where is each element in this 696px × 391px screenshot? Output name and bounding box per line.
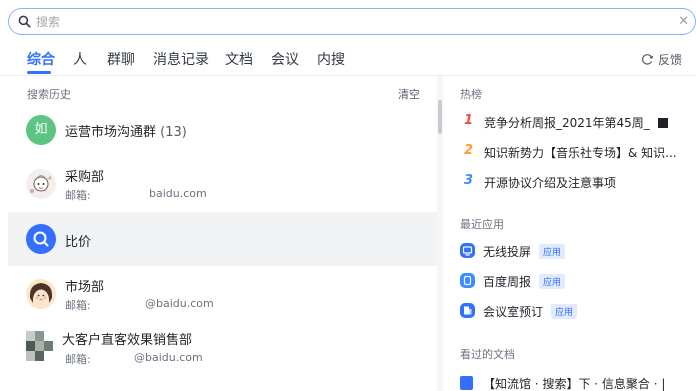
hot-item[interactable]: 3 开源协议介绍及注意事项 bbox=[460, 172, 692, 192]
hot-item-title: 竞争分析周报_2021年第45周_ bbox=[484, 116, 650, 130]
app-name: 无线投屏 bbox=[483, 245, 532, 259]
rank-number: 3 bbox=[464, 173, 474, 188]
history-item-query[interactable]: 比价 bbox=[8, 212, 437, 266]
contact-email-line: 邮箱: @baidu.com bbox=[65, 297, 214, 313]
tab-people[interactable]: 人 bbox=[73, 49, 87, 69]
feedback-button[interactable]: 反馈 bbox=[641, 51, 682, 68]
viewed-doc-item[interactable]: 【知流馆 · 搜索】下 · 信息聚合 · | bbox=[460, 373, 692, 391]
tab-group-chats[interactable]: 群聊 bbox=[107, 49, 135, 69]
weekly-report-icon bbox=[460, 273, 475, 288]
square-icon bbox=[657, 118, 668, 128]
rank-number: 1 bbox=[464, 113, 474, 128]
history-item-contact[interactable]: 采购部 邮箱: baidu.com bbox=[8, 156, 437, 210]
email-value: @baidu.com bbox=[134, 351, 203, 364]
hot-item-title: 开源协议介绍及注意事项 bbox=[484, 176, 617, 190]
contact-email-line: 邮箱: baidu.com bbox=[65, 187, 207, 203]
app-label: 百度周报 应用 bbox=[483, 273, 566, 290]
member-count: (13) bbox=[160, 125, 187, 140]
hot-item-text: 竞争分析周报_2021年第45周_ bbox=[484, 114, 690, 131]
hot-item[interactable]: 1 竞争分析周报_2021年第45周_ bbox=[460, 112, 692, 132]
app-item-meeting-room[interactable]: 会议室预订 应用 bbox=[460, 301, 692, 321]
active-tab-indicator bbox=[27, 71, 51, 74]
email-label: 邮箱: bbox=[65, 353, 91, 366]
clear-search-icon[interactable]: ✕ bbox=[678, 13, 689, 30]
app-badge: 应用 bbox=[539, 274, 566, 289]
hot-list-title: 热榜 bbox=[460, 88, 482, 101]
query-text: 比价 bbox=[65, 235, 92, 250]
app-name: 会议室预订 bbox=[483, 305, 544, 319]
department-name: 大客户直客效果销售部 bbox=[62, 333, 193, 348]
app-item-weekly-report[interactable]: 百度周报 应用 bbox=[460, 271, 692, 291]
tab-messages[interactable]: 消息记录 bbox=[153, 49, 209, 69]
history-item-title: 运营市场沟通群 (13) bbox=[65, 121, 187, 140]
cartoon-avatar bbox=[26, 169, 56, 199]
app-label: 会议室预订 应用 bbox=[483, 303, 578, 320]
department-email-line: 邮箱: @baidu.com bbox=[65, 351, 203, 367]
search-tabs: 综合 人 群聊 消息记录 文档 会议 内搜 反馈 bbox=[0, 44, 696, 74]
search-icon bbox=[33, 231, 49, 247]
search-input[interactable] bbox=[36, 12, 656, 31]
group-name: 运营市场沟通群 bbox=[65, 125, 157, 140]
app-badge: 应用 bbox=[551, 304, 578, 319]
feedback-icon bbox=[642, 54, 653, 65]
hot-item-title: 知识新势力【音乐社专场】& 知识... bbox=[484, 146, 677, 160]
email-label: 邮箱: bbox=[65, 299, 91, 312]
feedback-label: 反馈 bbox=[657, 53, 682, 67]
tab-meetings[interactable]: 会议 bbox=[271, 49, 299, 69]
app-name: 百度周报 bbox=[483, 275, 532, 289]
tab-comprehensive[interactable]: 综合 bbox=[27, 49, 55, 69]
group-avatar: 如 bbox=[26, 115, 56, 145]
recent-apps-title: 最近应用 bbox=[460, 218, 504, 231]
app-label: 无线投屏 应用 bbox=[483, 243, 566, 260]
search-icon bbox=[18, 15, 31, 28]
doc-title: 【知流馆 · 搜索】下 · 信息聚合 · | bbox=[483, 377, 666, 391]
app-item-wireless-screen[interactable]: 无线投屏 应用 bbox=[460, 241, 692, 261]
document-icon bbox=[460, 376, 473, 390]
search-bar[interactable]: ✕ bbox=[8, 8, 696, 35]
rank-number: 2 bbox=[464, 143, 474, 158]
discovery-panel: 热榜 1 竞争分析周报_2021年第45周_ 2 知识新势力【音乐社专场】& 知… bbox=[444, 76, 696, 391]
department-avatar bbox=[26, 331, 53, 361]
history-item-contact[interactable]: 市场部 邮箱: @baidu.com bbox=[8, 266, 437, 320]
email-label: 邮箱: bbox=[65, 189, 91, 202]
email-value: baidu.com bbox=[149, 187, 207, 200]
history-item-group[interactable]: 如 运营市场沟通群 (13) bbox=[8, 102, 437, 156]
history-title: 搜索历史 bbox=[27, 88, 71, 101]
tab-documents[interactable]: 文档 bbox=[225, 49, 253, 69]
contact-name: 市场部 bbox=[65, 280, 105, 295]
tab-internal-search[interactable]: 内搜 bbox=[317, 49, 345, 69]
scrollbar-thumb[interactable] bbox=[438, 100, 442, 134]
cartoon-avatar bbox=[26, 279, 56, 309]
search-history-avatar bbox=[26, 224, 56, 254]
contact-name: 采购部 bbox=[65, 170, 105, 185]
viewed-docs-title: 看过的文档 bbox=[460, 348, 515, 361]
hot-item[interactable]: 2 知识新势力【音乐社专场】& 知识... bbox=[460, 142, 692, 162]
search-history-panel: 搜索历史 清空 如 运营市场沟通群 (13) 采购部 邮箱: baidu.com bbox=[0, 76, 437, 391]
app-badge: 应用 bbox=[539, 244, 566, 259]
meeting-room-icon bbox=[460, 303, 475, 318]
clear-history-button[interactable]: 清空 bbox=[398, 86, 420, 102]
history-item-department[interactable]: 大客户直客效果销售部 邮箱: @baidu.com bbox=[8, 320, 437, 374]
email-value: @baidu.com bbox=[145, 297, 214, 310]
screen-cast-icon bbox=[460, 243, 475, 258]
